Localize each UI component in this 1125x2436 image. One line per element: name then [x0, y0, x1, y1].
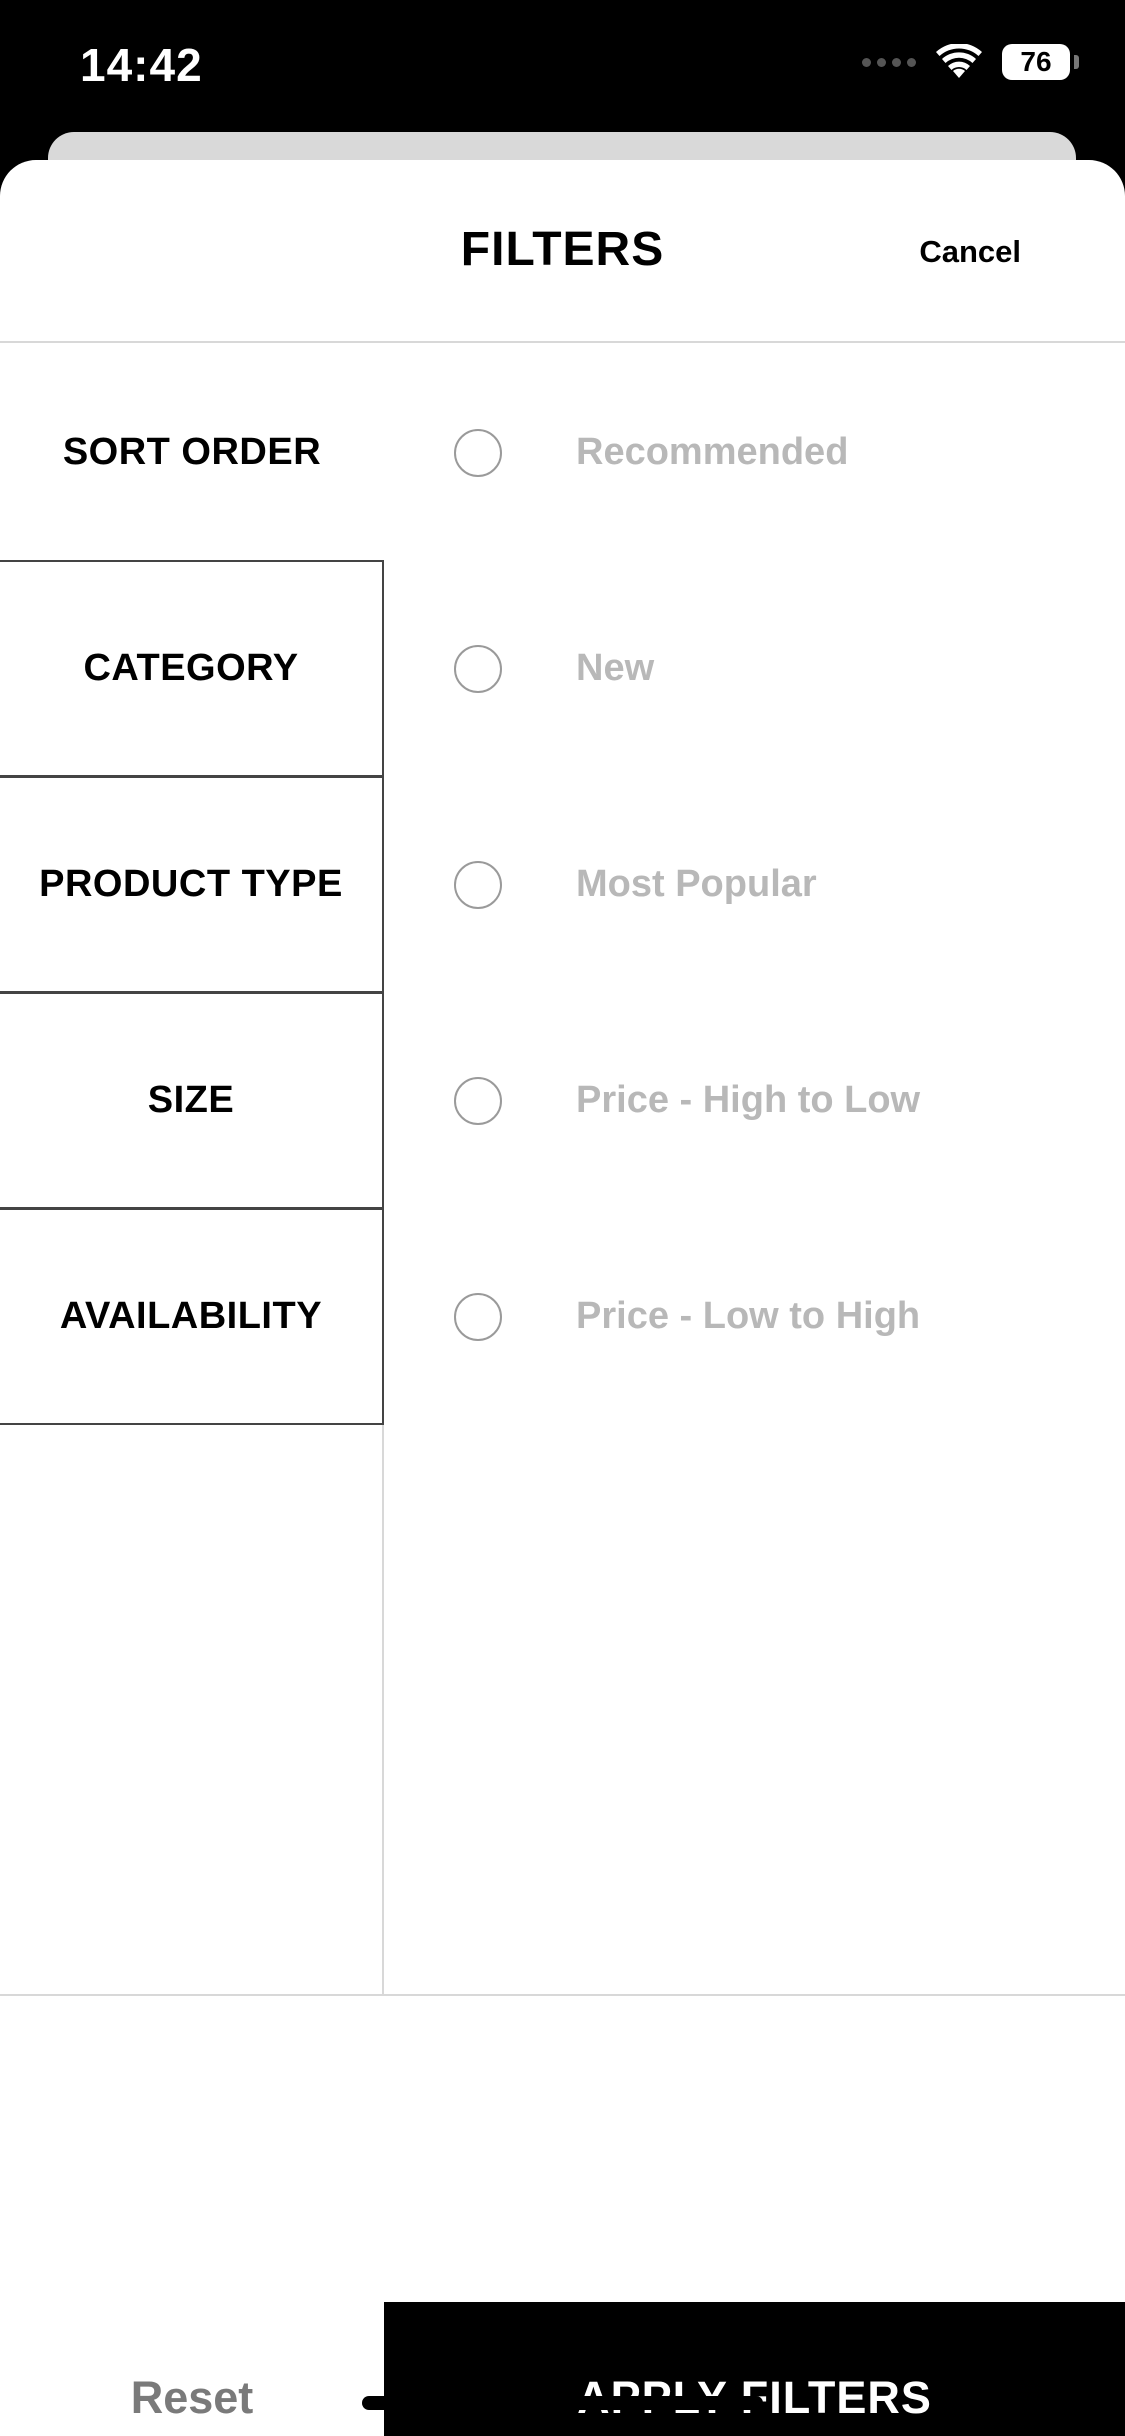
filters-modal: FILTERS Cancel SORT ORDER CATEGORY PRODU… — [0, 160, 1125, 2436]
option-label: Price - Low to High — [576, 1295, 921, 1337]
wifi-icon — [936, 44, 982, 78]
option-price-low-to-high[interactable]: Price - Low to High — [384, 1208, 1125, 1425]
tab-sort-order[interactable]: SORT ORDER — [0, 344, 384, 561]
option-most-popular[interactable]: Most Popular — [384, 776, 1125, 993]
radio-button[interactable] — [454, 1292, 502, 1341]
option-label: Recommended — [576, 431, 849, 473]
modal-header: FILTERS Cancel — [0, 160, 1125, 343]
option-new[interactable]: New — [384, 560, 1125, 777]
tab-category[interactable]: CATEGORY — [0, 560, 384, 777]
home-indicator[interactable] — [362, 2396, 763, 2410]
option-recommended[interactable]: Recommended — [384, 344, 1125, 561]
option-label: New — [576, 647, 655, 689]
radio-button[interactable] — [454, 1076, 502, 1125]
footer-divider — [0, 1994, 1125, 1996]
radio-button[interactable] — [454, 644, 502, 693]
option-label: Price - High to Low — [576, 1079, 921, 1121]
filter-tabs: SORT ORDER CATEGORY PRODUCT TYPE SIZE AV… — [0, 344, 384, 1996]
battery-nub — [1074, 55, 1079, 69]
status-icons: 76 — [862, 44, 1079, 80]
status-time: 14:42 — [80, 39, 203, 91]
battery-percentage: 76 — [1020, 46, 1052, 77]
battery-icon: 76 — [1002, 44, 1070, 80]
tab-product-type[interactable]: PRODUCT TYPE — [0, 776, 384, 993]
reset-button[interactable]: Reset — [0, 2302, 384, 2436]
apply-filters-button[interactable]: APPLY FILTERS — [384, 2302, 1125, 2436]
signal-icon — [862, 57, 916, 67]
tab-availability[interactable]: AVAILABILITY — [0, 1208, 384, 1425]
status-bar: 14:42 76 — [0, 0, 1125, 132]
cancel-button[interactable]: Cancel — [919, 234, 1021, 270]
option-price-high-to-low[interactable]: Price - High to Low — [384, 992, 1125, 1209]
radio-button[interactable] — [454, 860, 502, 909]
tab-size[interactable]: SIZE — [0, 992, 384, 1209]
option-label: Most Popular — [576, 863, 817, 905]
radio-button[interactable] — [454, 428, 502, 477]
